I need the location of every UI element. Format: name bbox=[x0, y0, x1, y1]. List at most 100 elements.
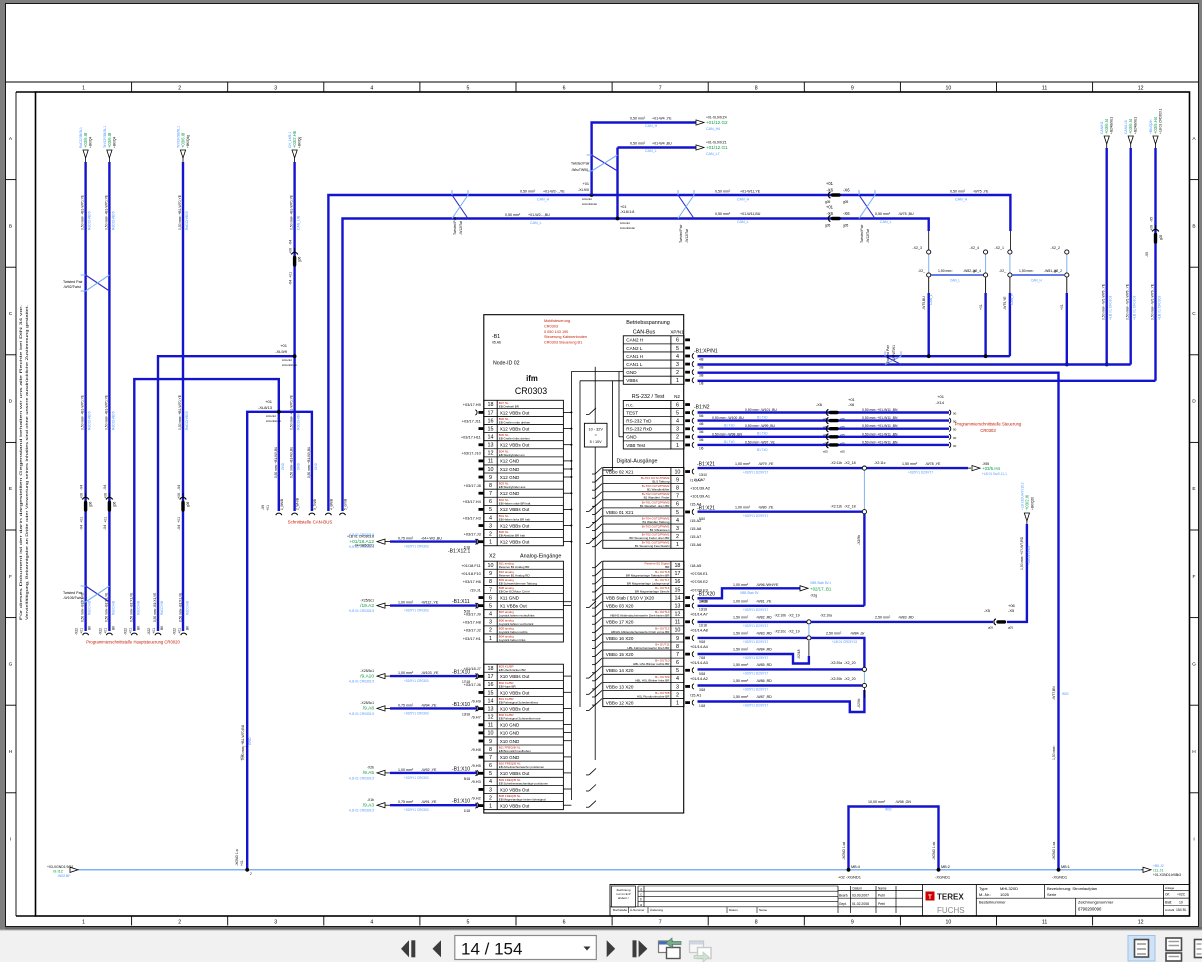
svg-text:EB Drehteil BR: EB Drehteil BR bbox=[499, 404, 520, 408]
svg-text:TEST: TEST bbox=[626, 410, 638, 415]
svg-text:Litzenkl.: Litzenkl. bbox=[266, 414, 276, 418]
svg-text:+01/14.A7: +01/14.A7 bbox=[690, 612, 708, 617]
svg-text:EB Stielzylinder aus: EB Stielzylinder aus bbox=[499, 485, 526, 489]
svg-text:0,50 mm² -B1:X1,YE: 0,50 mm² -B1:X1,YE bbox=[81, 593, 85, 622]
svg-text:Joystick fahren vor/zurück: Joystick fahren vor/zurück bbox=[499, 622, 534, 626]
svg-text:5: 5 bbox=[489, 771, 492, 777]
svg-text:Petri: Petri bbox=[878, 894, 885, 898]
svg-text:-X2/9b: -X2/9b bbox=[857, 535, 861, 545]
svg-text:7: 7 bbox=[659, 86, 662, 92]
svg-text:-X25/3c1: -X25/3c1 bbox=[360, 669, 374, 673]
svg-text:+LB 01 CR03: +LB 01 CR03 bbox=[1027, 546, 1031, 565]
svg-text:X2: X2 bbox=[489, 554, 496, 560]
svg-text:-X4: -X4 bbox=[103, 485, 107, 490]
svg-text:-X2:10b: -X2:10b bbox=[774, 614, 786, 618]
svg-text:g06: g06 bbox=[298, 256, 302, 262]
svg-text:EB Stielzylinder ein: EB Stielzylinder ein bbox=[499, 453, 525, 457]
svg-text:+02/9Y1 CR0303: +02/9Y1 CR0303 bbox=[404, 609, 429, 613]
svg-text:CAN_L: CAN_L bbox=[530, 221, 542, 225]
svg-text:0,50 mm² -B1:X1,YE: 0,50 mm² -B1:X1,YE bbox=[104, 593, 108, 622]
svg-text:CAN/H2: CAN/H2 bbox=[1100, 121, 1104, 134]
svg-text:-B1:X12:1: -B1:X12:1 bbox=[448, 549, 470, 555]
svg-text:CAN_L: CAN_L bbox=[880, 220, 892, 224]
svg-text:4: 4 bbox=[676, 518, 679, 524]
svg-text:/19.J1: /19.J1 bbox=[470, 587, 481, 592]
svg-text:1,50 mm²: 1,50 mm² bbox=[902, 462, 918, 466]
svg-text:/9.I12: /9.I12 bbox=[53, 869, 64, 874]
svg-text:+01: +01 bbox=[848, 397, 856, 402]
svg-text:15: 15 bbox=[488, 426, 494, 432]
svg-text:+02/9Y1 D2/9Y17: +02/9Y1 D2/9Y17 bbox=[743, 640, 768, 644]
svg-text:9: 9 bbox=[489, 571, 492, 577]
svg-text:CAN1 L: CAN1 L bbox=[626, 362, 643, 367]
svg-text:CR0303 Steuerung B1: CR0303 Steuerung B1 bbox=[544, 341, 582, 345]
svg-text:1I18: 1I18 bbox=[464, 809, 470, 813]
svg-text:/15.A8: /15.A8 bbox=[690, 526, 701, 531]
svg-text:12: 12 bbox=[488, 715, 494, 721]
svg-text:0,50 mm² -W101 ,BU: 0,50 mm² -W101 ,BU bbox=[745, 408, 777, 412]
svg-text:-W75 ,YE: -W75 ,YE bbox=[973, 190, 989, 194]
svg-text:+01-XL9/9:Z1: +01-XL9/9:Z1 bbox=[706, 141, 727, 145]
svg-text:-XGND 1:ca: -XGND 1:ca bbox=[1052, 842, 1056, 860]
svg-text:+03/17.J2: +03/17.J2 bbox=[464, 628, 481, 633]
svg-text:11: 11 bbox=[1042, 920, 1047, 926]
svg-text:-X2_: -X2_ bbox=[999, 269, 1006, 273]
svg-text:7: 7 bbox=[676, 494, 679, 500]
svg-text:6: 6 bbox=[489, 499, 492, 505]
svg-text:-X2_19: -X2_19 bbox=[788, 630, 800, 634]
svg-text:18: 18 bbox=[488, 666, 494, 672]
svg-text:X10 VBBs Out: X10 VBBs Out bbox=[500, 787, 530, 792]
svg-text:-W75,YE: -W75,YE bbox=[1003, 296, 1007, 310]
svg-text:+LB 01 CR0303: +LB 01 CR0303 bbox=[1158, 296, 1162, 320]
svg-text:+01/18.F10: +01/18.F10 bbox=[461, 571, 482, 576]
svg-text:TEREX: TEREX bbox=[937, 893, 964, 902]
svg-text:1,50 mm²: 1,50 mm² bbox=[733, 663, 749, 667]
svg-text:-X2/9b: -X2/9b bbox=[857, 698, 861, 708]
svg-text:-X25/3c1: -X25/3c1 bbox=[360, 598, 374, 602]
svg-text:CAN_L: CAN_L bbox=[950, 279, 961, 283]
svg-text:RdCCH/B05: RdCCH/B05 bbox=[88, 211, 92, 230]
svg-text:-B1:X10: -B1:X10 bbox=[452, 670, 470, 676]
svg-text:13: 13 bbox=[674, 603, 680, 609]
svg-text:-X22: -X22 bbox=[147, 628, 151, 635]
svg-text:+02/9Y1 D2/9Y17: +02/9Y1 D2/9Y17 bbox=[743, 704, 768, 708]
svg-text:0,50 mm² +B1-W9,BU: 0,50 mm² +B1-W9,BU bbox=[307, 446, 311, 478]
svg-text:+LB 01 Du/0-11,1: +LB 01 Du/0-11,1 bbox=[982, 472, 1007, 476]
svg-text:0,50 mm² -W1-W76 ,YE: 0,50 mm² -W1-W76 ,YE bbox=[1151, 283, 1155, 320]
svg-text:Reserve B1 Analog RD: Reserve B1 Analog RD bbox=[499, 573, 531, 577]
svg-text:+02/9Y1 CR0303: +02/9Y1 CR0303 bbox=[404, 679, 429, 683]
svg-text:14: 14 bbox=[488, 698, 494, 704]
svg-text:/9.H2: /9.H2 bbox=[471, 795, 480, 800]
svg-text:RdCCH/B05: RdCCH/B05 bbox=[111, 411, 115, 430]
svg-text:CAN_L: CAN_L bbox=[737, 220, 749, 224]
svg-text:+03/17.H11: +03/17.H11 bbox=[461, 435, 481, 440]
svg-text:+BK/Q20: +BK/Q20 bbox=[1030, 497, 1034, 510]
svg-text:+07/39.E1: +07/39.E1 bbox=[690, 571, 708, 576]
svg-text:Bearb.: Bearb. bbox=[839, 894, 849, 898]
svg-text:Litzenbinder: Litzenbinder bbox=[282, 363, 297, 367]
svg-text:1,50 mm²: 1,50 mm² bbox=[733, 616, 749, 620]
svg-text:B: B bbox=[9, 223, 12, 229]
svg-text:B1 Wandlerl. Feder: B1 Wandlerl. Feder bbox=[644, 496, 670, 500]
svg-text:+03/17.H8: +03/17.H8 bbox=[463, 620, 481, 625]
svg-text:/9.A8: /9.A8 bbox=[363, 706, 375, 712]
svg-text:8: 8 bbox=[489, 747, 492, 753]
svg-text:-XGND 1:cd: -XGND 1:cd bbox=[842, 842, 846, 860]
svg-text:RdCCH/B: RdCCH/B bbox=[88, 601, 92, 615]
svg-text:-X2_18: -X2_18 bbox=[844, 461, 856, 465]
svg-text:g05: g05 bbox=[843, 224, 849, 228]
svg-text:6: 6 bbox=[676, 338, 679, 344]
svg-text:+06: +06 bbox=[80, 493, 84, 499]
svg-text:+01: +01 bbox=[178, 628, 182, 634]
svg-text:+LB 01 CR0303.1: +LB 01 CR0303.1 bbox=[1159, 108, 1163, 134]
svg-text:-W85 ,RD: -W85 ,RD bbox=[756, 663, 772, 667]
svg-text:X11 GND: X11 GND bbox=[500, 595, 520, 600]
svg-text:+01: +01 bbox=[265, 399, 273, 404]
svg-text:1: 1 bbox=[489, 540, 492, 546]
svg-text:Steuerung Kabinenboden: Steuerung Kabinenboden bbox=[544, 335, 587, 339]
svg-text:VBB Stab 5V: VBB Stab 5V bbox=[740, 591, 759, 595]
svg-text:0,50 mm² -W97 ,YE: 0,50 mm² -W97 ,YE bbox=[745, 440, 776, 444]
svg-text:CAN_H: CAN_H bbox=[1031, 279, 1043, 283]
svg-text:+01: +01 bbox=[289, 272, 293, 278]
svg-text:7: 7 bbox=[489, 755, 492, 761]
